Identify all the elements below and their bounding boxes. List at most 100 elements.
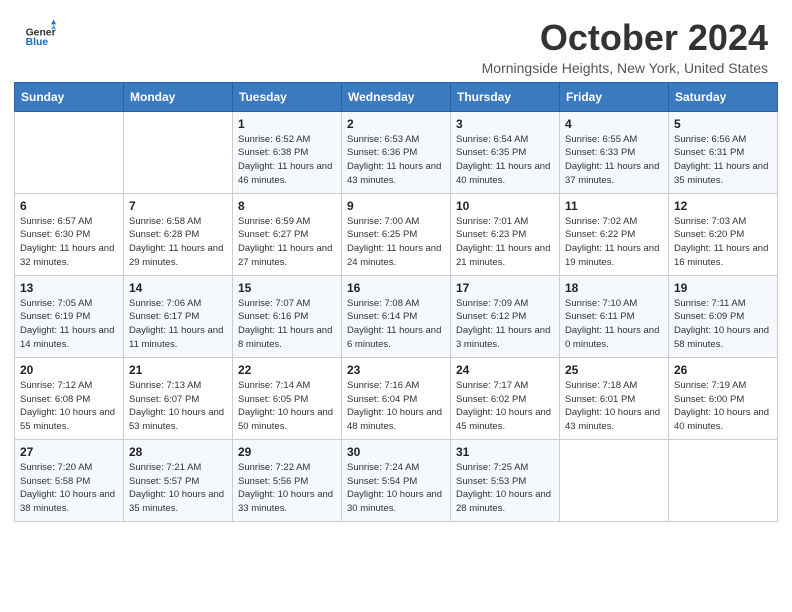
calendar-table: SundayMondayTuesdayWednesdayThursdayFrid… (14, 82, 778, 522)
day-info: Sunrise: 7:14 AM Sunset: 6:05 PM Dayligh… (238, 379, 336, 434)
calendar-container: SundayMondayTuesdayWednesdayThursdayFrid… (0, 82, 792, 536)
calendar-cell: 26 Sunrise: 7:19 AM Sunset: 6:00 PM Dayli… (669, 357, 778, 439)
day-info: Sunrise: 7:06 AM Sunset: 6:17 PM Dayligh… (129, 297, 227, 352)
calendar-cell: 3 Sunrise: 6:54 AM Sunset: 6:35 PM Daylig… (451, 111, 560, 193)
day-info: Sunrise: 7:22 AM Sunset: 5:56 PM Dayligh… (238, 461, 336, 516)
day-info: Sunrise: 6:54 AM Sunset: 6:35 PM Dayligh… (456, 133, 554, 188)
day-info: Sunrise: 7:19 AM Sunset: 6:00 PM Dayligh… (674, 379, 772, 434)
day-info: Sunrise: 7:07 AM Sunset: 6:16 PM Dayligh… (238, 297, 336, 352)
day-number: 4 (565, 117, 663, 131)
calendar-cell: 9Sunrise: 7:00 AM Sunset: 6:25 PM Daylig… (342, 193, 451, 275)
day-number: 22 (238, 363, 336, 377)
week-row-2: 6 Sunrise: 6:57 AM Sunset: 6:30 PM Daylig… (15, 193, 778, 275)
day-header-row: SundayMondayTuesdayWednesdayThursdayFrid… (15, 82, 778, 111)
day-info: Sunrise: 6:59 AM Sunset: 6:27 PM Dayligh… (238, 215, 336, 270)
day-number: 20 (20, 363, 118, 377)
day-number: 21 (129, 363, 227, 377)
day-header-wednesday: Wednesday (342, 82, 451, 111)
calendar-cell: 25 Sunrise: 7:18 AM Sunset: 6:01 PM Dayli… (560, 357, 669, 439)
calendar-cell (124, 111, 233, 193)
day-info: Sunrise: 6:52 AM Sunset: 6:38 PM Dayligh… (238, 133, 336, 188)
calendar-cell: 13Sunrise: 7:05 AM Sunset: 6:19 PM Dayli… (15, 275, 124, 357)
calendar-cell: 17Sunrise: 7:09 AM Sunset: 6:12 PM Dayli… (451, 275, 560, 357)
day-number: 8 (238, 199, 336, 213)
day-number: 6 (20, 199, 118, 213)
calendar-cell: 15 Sunrise: 7:07 AM Sunset: 6:16 PM Dayli… (233, 275, 342, 357)
calendar-cell: 4 Sunrise: 6:55 AM Sunset: 6:33 PM Daylig… (560, 111, 669, 193)
day-number: 25 (565, 363, 663, 377)
day-info: Sunrise: 7:02 AM Sunset: 6:22 PM Dayligh… (565, 215, 663, 270)
calendar-cell (15, 111, 124, 193)
calendar-cell: 10 Sunrise: 7:01 AM Sunset: 6:23 PM Dayli… (451, 193, 560, 275)
day-header-thursday: Thursday (451, 82, 560, 111)
calendar-cell: 2 Sunrise: 6:53 AM Sunset: 6:36 PM Daylig… (342, 111, 451, 193)
calendar-cell: 16 Sunrise: 7:08 AM Sunset: 6:14 PM Dayli… (342, 275, 451, 357)
day-number: 3 (456, 117, 554, 131)
day-number: 18 (565, 281, 663, 295)
day-number: 12 (674, 199, 772, 213)
day-info: Sunrise: 7:25 AM Sunset: 5:53 PM Dayligh… (456, 461, 554, 516)
day-number: 27 (20, 445, 118, 459)
location-subtitle: Morningside Heights, New York, United St… (482, 60, 768, 76)
calendar-cell: 24 Sunrise: 7:17 AM Sunset: 6:02 PM Dayli… (451, 357, 560, 439)
day-header-friday: Friday (560, 82, 669, 111)
day-info: Sunrise: 6:55 AM Sunset: 6:33 PM Dayligh… (565, 133, 663, 188)
day-info: Sunrise: 7:10 AM Sunset: 6:11 PM Dayligh… (565, 297, 663, 352)
calendar-cell: 23 Sunrise: 7:16 AM Sunset: 6:04 PM Dayli… (342, 357, 451, 439)
day-info: Sunrise: 7:17 AM Sunset: 6:02 PM Dayligh… (456, 379, 554, 434)
calendar-cell: 11 Sunrise: 7:02 AM Sunset: 6:22 PM Dayli… (560, 193, 669, 275)
day-info: Sunrise: 7:01 AM Sunset: 6:23 PM Dayligh… (456, 215, 554, 270)
day-number: 29 (238, 445, 336, 459)
calendar-cell: 29 Sunrise: 7:22 AM Sunset: 5:56 PM Dayli… (233, 439, 342, 521)
day-info: Sunrise: 7:03 AM Sunset: 6:20 PM Dayligh… (674, 215, 772, 270)
calendar-cell: 22 Sunrise: 7:14 AM Sunset: 6:05 PM Dayli… (233, 357, 342, 439)
day-number: 24 (456, 363, 554, 377)
week-row-4: 20 Sunrise: 7:12 AM Sunset: 6:08 PM Dayli… (15, 357, 778, 439)
calendar-cell: 31 Sunrise: 7:25 AM Sunset: 5:53 PM Dayli… (451, 439, 560, 521)
day-info: Sunrise: 7:08 AM Sunset: 6:14 PM Dayligh… (347, 297, 445, 352)
day-info: Sunrise: 7:13 AM Sunset: 6:07 PM Dayligh… (129, 379, 227, 434)
calendar-cell: 21 Sunrise: 7:13 AM Sunset: 6:07 PM Dayli… (124, 357, 233, 439)
day-number: 7 (129, 199, 227, 213)
day-number: 10 (456, 199, 554, 213)
calendar-cell: 7 Sunrise: 6:58 AM Sunset: 6:28 PM Daylig… (124, 193, 233, 275)
day-info: Sunrise: 7:21 AM Sunset: 5:57 PM Dayligh… (129, 461, 227, 516)
day-number: 19 (674, 281, 772, 295)
day-number: 26 (674, 363, 772, 377)
day-info: Sunrise: 7:20 AM Sunset: 5:58 PM Dayligh… (20, 461, 118, 516)
day-number: 31 (456, 445, 554, 459)
day-number: 9 (347, 199, 445, 213)
day-info: Sunrise: 7:11 AM Sunset: 6:09 PM Dayligh… (674, 297, 772, 352)
calendar-body: 1Sunrise: 6:52 AM Sunset: 6:38 PM Daylig… (15, 111, 778, 521)
day-info: Sunrise: 7:16 AM Sunset: 6:04 PM Dayligh… (347, 379, 445, 434)
day-number: 5 (674, 117, 772, 131)
calendar-cell (560, 439, 669, 521)
day-number: 14 (129, 281, 227, 295)
calendar-cell: 20 Sunrise: 7:12 AM Sunset: 6:08 PM Dayli… (15, 357, 124, 439)
day-number: 15 (238, 281, 336, 295)
calendar-cell: 28Sunrise: 7:21 AM Sunset: 5:57 PM Dayli… (124, 439, 233, 521)
day-number: 23 (347, 363, 445, 377)
calendar-cell: 14 Sunrise: 7:06 AM Sunset: 6:17 PM Dayli… (124, 275, 233, 357)
day-info: Sunrise: 6:56 AM Sunset: 6:31 PM Dayligh… (674, 133, 772, 188)
day-info: Sunrise: 6:53 AM Sunset: 6:36 PM Dayligh… (347, 133, 445, 188)
calendar-cell: 30 Sunrise: 7:24 AM Sunset: 5:54 PM Dayli… (342, 439, 451, 521)
svg-text:Blue: Blue (26, 37, 49, 48)
day-info: Sunrise: 7:09 AM Sunset: 6:12 PM Dayligh… (456, 297, 554, 352)
day-number: 2 (347, 117, 445, 131)
day-number: 11 (565, 199, 663, 213)
calendar-cell: 5 Sunrise: 6:56 AM Sunset: 6:31 PM Daylig… (669, 111, 778, 193)
day-info: Sunrise: 7:24 AM Sunset: 5:54 PM Dayligh… (347, 461, 445, 516)
day-number: 16 (347, 281, 445, 295)
title-block: October 2024 Morningside Heights, New Yo… (482, 18, 768, 76)
calendar-cell: 18 Sunrise: 7:10 AM Sunset: 6:11 PM Dayli… (560, 275, 669, 357)
day-info: Sunrise: 7:12 AM Sunset: 6:08 PM Dayligh… (20, 379, 118, 434)
calendar-cell: 19 Sunrise: 7:11 AM Sunset: 6:09 PM Dayli… (669, 275, 778, 357)
calendar-cell: 6 Sunrise: 6:57 AM Sunset: 6:30 PM Daylig… (15, 193, 124, 275)
day-info: Sunrise: 6:58 AM Sunset: 6:28 PM Dayligh… (129, 215, 227, 270)
week-row-5: 27 Sunrise: 7:20 AM Sunset: 5:58 PM Dayli… (15, 439, 778, 521)
day-number: 30 (347, 445, 445, 459)
day-header-saturday: Saturday (669, 82, 778, 111)
day-info: Sunrise: 6:57 AM Sunset: 6:30 PM Dayligh… (20, 215, 118, 270)
day-info: Sunrise: 7:18 AM Sunset: 6:01 PM Dayligh… (565, 379, 663, 434)
